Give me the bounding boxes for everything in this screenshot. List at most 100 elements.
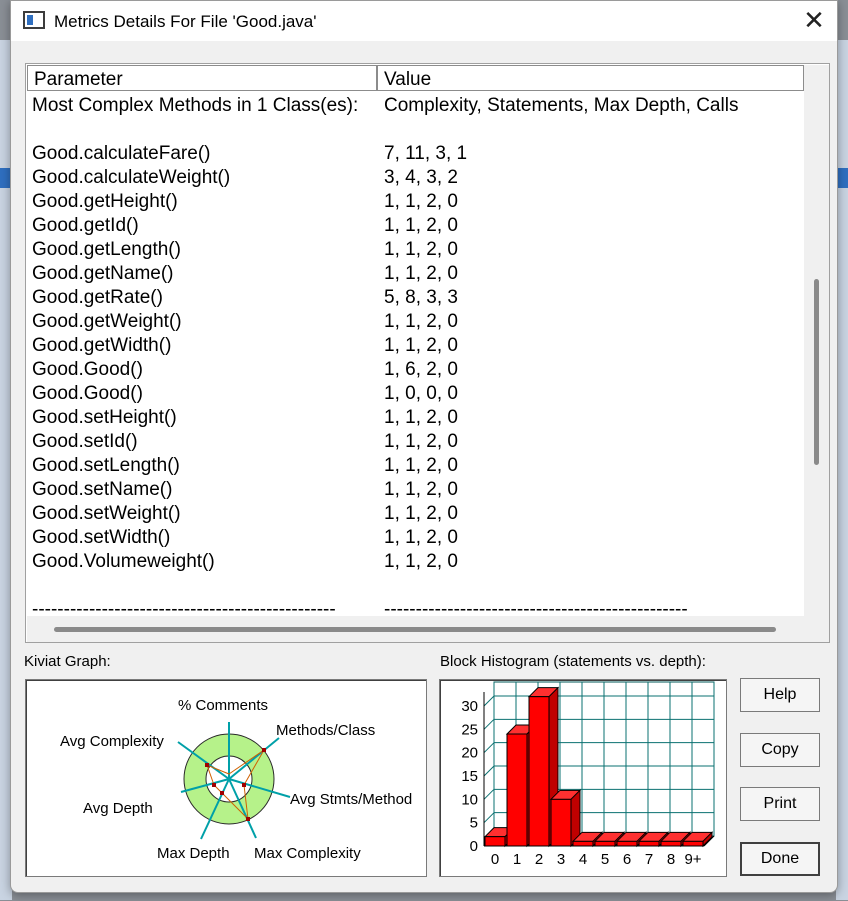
window-title: Metrics Details For File 'Good.java' xyxy=(54,12,317,31)
histogram-grid-side xyxy=(483,765,495,777)
histogram-x-tick-label: 8 xyxy=(667,851,675,868)
help-button[interactable]: Help xyxy=(740,678,820,712)
table-row[interactable]: Good.setId() 1, 1, 2, 0 xyxy=(27,431,804,455)
parameter-cell: Good.Good() xyxy=(32,383,143,404)
table-row[interactable]: Good.calculateFare() 7, 11, 3, 1 xyxy=(27,143,804,167)
histogram-bar xyxy=(484,836,506,847)
table-row[interactable]: Good.getWeight() 1, 1, 2, 0 xyxy=(27,311,804,335)
horizontal-scrollbar[interactable] xyxy=(27,616,829,642)
histogram-grid-side xyxy=(483,695,495,707)
histogram-bar xyxy=(506,733,528,847)
parameter-cell: Good.getHeight() xyxy=(32,191,178,212)
table-row[interactable]: Good.Volumeweight() 1, 1, 2, 0 xyxy=(27,551,804,575)
histogram-grid-side xyxy=(483,742,495,754)
histogram-bar xyxy=(528,696,550,847)
table-row[interactable]: Good.setName() 1, 1, 2, 0 xyxy=(27,479,804,503)
histogram-bar xyxy=(550,798,572,847)
title-bar[interactable]: Metrics Details For File 'Good.java' ✕ xyxy=(11,1,837,41)
kiviat-label-methods-class: Methods/Class xyxy=(276,722,375,739)
table-row[interactable] xyxy=(27,575,804,599)
table-row[interactable]: Good.getRate() 5, 8, 3, 3 xyxy=(27,287,804,311)
histogram-y-tick-label: 10 xyxy=(461,791,478,808)
histogram-x-tick-label: 0 xyxy=(491,851,499,868)
histogram-y-tick-label: 20 xyxy=(461,745,478,762)
kiviat-label-max-complexity: Max Complexity xyxy=(254,845,361,862)
value-cell: 1, 1, 2, 0 xyxy=(384,479,458,500)
histogram-y-tick-label: 5 xyxy=(470,815,478,832)
value-cell: ----------------------------------------… xyxy=(384,599,688,617)
block-histogram-chart: 0510152025300 1 2 3 4 5 6 7 8 9+ xyxy=(461,681,715,868)
background-selection-left xyxy=(0,168,10,188)
kiviat-graph: % Comments Methods/Class Avg Stmts/Metho… xyxy=(60,697,412,862)
histogram-x-tick-label: 5 xyxy=(601,851,609,868)
histogram-bar xyxy=(572,840,594,847)
value-cell: 1, 1, 2, 0 xyxy=(384,407,458,428)
parameter-cell: Good.calculateWeight() xyxy=(32,167,231,188)
value-cell: 1, 1, 2, 0 xyxy=(384,455,458,476)
background-selection-right xyxy=(838,168,848,188)
table-row[interactable]: Good.getId() 1, 1, 2, 0 xyxy=(27,215,804,239)
table-row[interactable]: Good.getName() 1, 1, 2, 0 xyxy=(27,263,804,287)
parameter-cell: Good.setName() xyxy=(32,479,173,500)
histogram-x-tick-label: 6 xyxy=(623,851,631,868)
histogram-x-tick-label: 4 xyxy=(579,851,587,868)
table-row[interactable]: Good.getLength() 1, 1, 2, 0 xyxy=(27,239,804,263)
table-row[interactable]: Good.setLength() 1, 1, 2, 0 xyxy=(27,455,804,479)
parameter-cell: Good.Volumeweight() xyxy=(32,551,215,572)
parameter-cell: Good.setId() xyxy=(32,431,138,452)
table-row[interactable]: Good.setHeight() 1, 1, 2, 0 xyxy=(27,407,804,431)
parameter-cell: Good.Good() xyxy=(32,359,143,380)
kiviat-label-avg-depth: Avg Depth xyxy=(83,800,153,817)
vertical-scrollbar[interactable] xyxy=(804,65,829,617)
kiviat-label-avg-complexity: Avg Complexity xyxy=(60,733,164,750)
histogram-x-tick-label: 7 xyxy=(645,851,653,868)
horizontal-scroll-thumb[interactable] xyxy=(54,627,776,632)
value-cell: 5, 8, 3, 3 xyxy=(384,287,458,308)
done-button[interactable]: Done xyxy=(740,842,820,876)
table-row[interactable]: Good.setWidth() 1, 1, 2, 0 xyxy=(27,527,804,551)
value-cell: 1, 1, 2, 0 xyxy=(384,263,458,284)
close-icon: ✕ xyxy=(803,6,825,36)
metrics-rows: Most Complex Methods in 1 Class(es): Comp… xyxy=(27,95,804,617)
value-cell: 1, 1, 2, 0 xyxy=(384,239,458,260)
histogram-grid-side xyxy=(483,718,495,730)
histogram-grid-side xyxy=(483,788,495,800)
table-row[interactable]: Good.calculateWeight() 3, 4, 3, 2 xyxy=(27,167,804,191)
parameter-cell: Good.setLength() xyxy=(32,455,180,476)
histogram-bar xyxy=(594,840,616,847)
histogram-grid-side xyxy=(483,812,495,824)
table-row[interactable] xyxy=(27,119,804,143)
table-row[interactable]: Good.Good() 1, 6, 2, 0 xyxy=(27,359,804,383)
parameter-cell: Good.getRate() xyxy=(32,287,163,308)
close-button[interactable]: ✕ xyxy=(791,1,837,41)
table-row[interactable]: Good.getHeight() 1, 1, 2, 0 xyxy=(27,191,804,215)
value-cell: 1, 1, 2, 0 xyxy=(384,551,458,572)
histogram-y-tick-label: 15 xyxy=(461,768,478,785)
parameter-cell: Good.getLength() xyxy=(32,239,181,260)
kiviat-label-max-depth: Max Depth xyxy=(157,845,230,862)
value-cell: 1, 1, 2, 0 xyxy=(384,527,458,548)
print-button[interactable]: Print xyxy=(740,787,820,821)
table-row[interactable]: Most Complex Methods in 1 Class(es): Comp… xyxy=(27,95,804,119)
value-cell: Complexity, Statements, Max Depth, Calls xyxy=(384,95,739,116)
column-header-parameter[interactable]: Parameter xyxy=(27,65,377,91)
metrics-details-dialog: Metrics Details For File 'Good.java' ✕ P… xyxy=(10,0,838,893)
column-header-value[interactable]: Value xyxy=(377,65,804,91)
value-cell: 7, 11, 3, 1 xyxy=(384,143,468,164)
copy-button[interactable]: Copy xyxy=(740,733,820,767)
table-row[interactable]: Good.getWidth() 1, 1, 2, 0 xyxy=(27,335,804,359)
table-row[interactable]: ----------------------------------------… xyxy=(27,599,804,617)
histogram-bar xyxy=(638,840,660,847)
kiviat-graph-panel: % Comments Methods/Class Avg Stmts/Metho… xyxy=(25,679,427,877)
histogram-x-tick-label: 3 xyxy=(557,851,565,868)
app-window-icon xyxy=(23,11,45,29)
metrics-list[interactable]: Parameter Value Most Complex Methods in … xyxy=(25,63,830,643)
histogram-x-tick-label: 1 xyxy=(513,851,521,868)
value-cell: 1, 6, 2, 0 xyxy=(384,359,458,380)
value-cell: 1, 1, 2, 0 xyxy=(384,215,458,236)
table-row[interactable]: Good.setWeight() 1, 1, 2, 0 xyxy=(27,503,804,527)
table-row[interactable]: Good.Good() 1, 0, 0, 0 xyxy=(27,383,804,407)
vertical-scroll-thumb[interactable] xyxy=(814,279,819,465)
parameter-cell: Good.calculateFare() xyxy=(32,143,211,164)
histogram-bar xyxy=(616,840,638,847)
